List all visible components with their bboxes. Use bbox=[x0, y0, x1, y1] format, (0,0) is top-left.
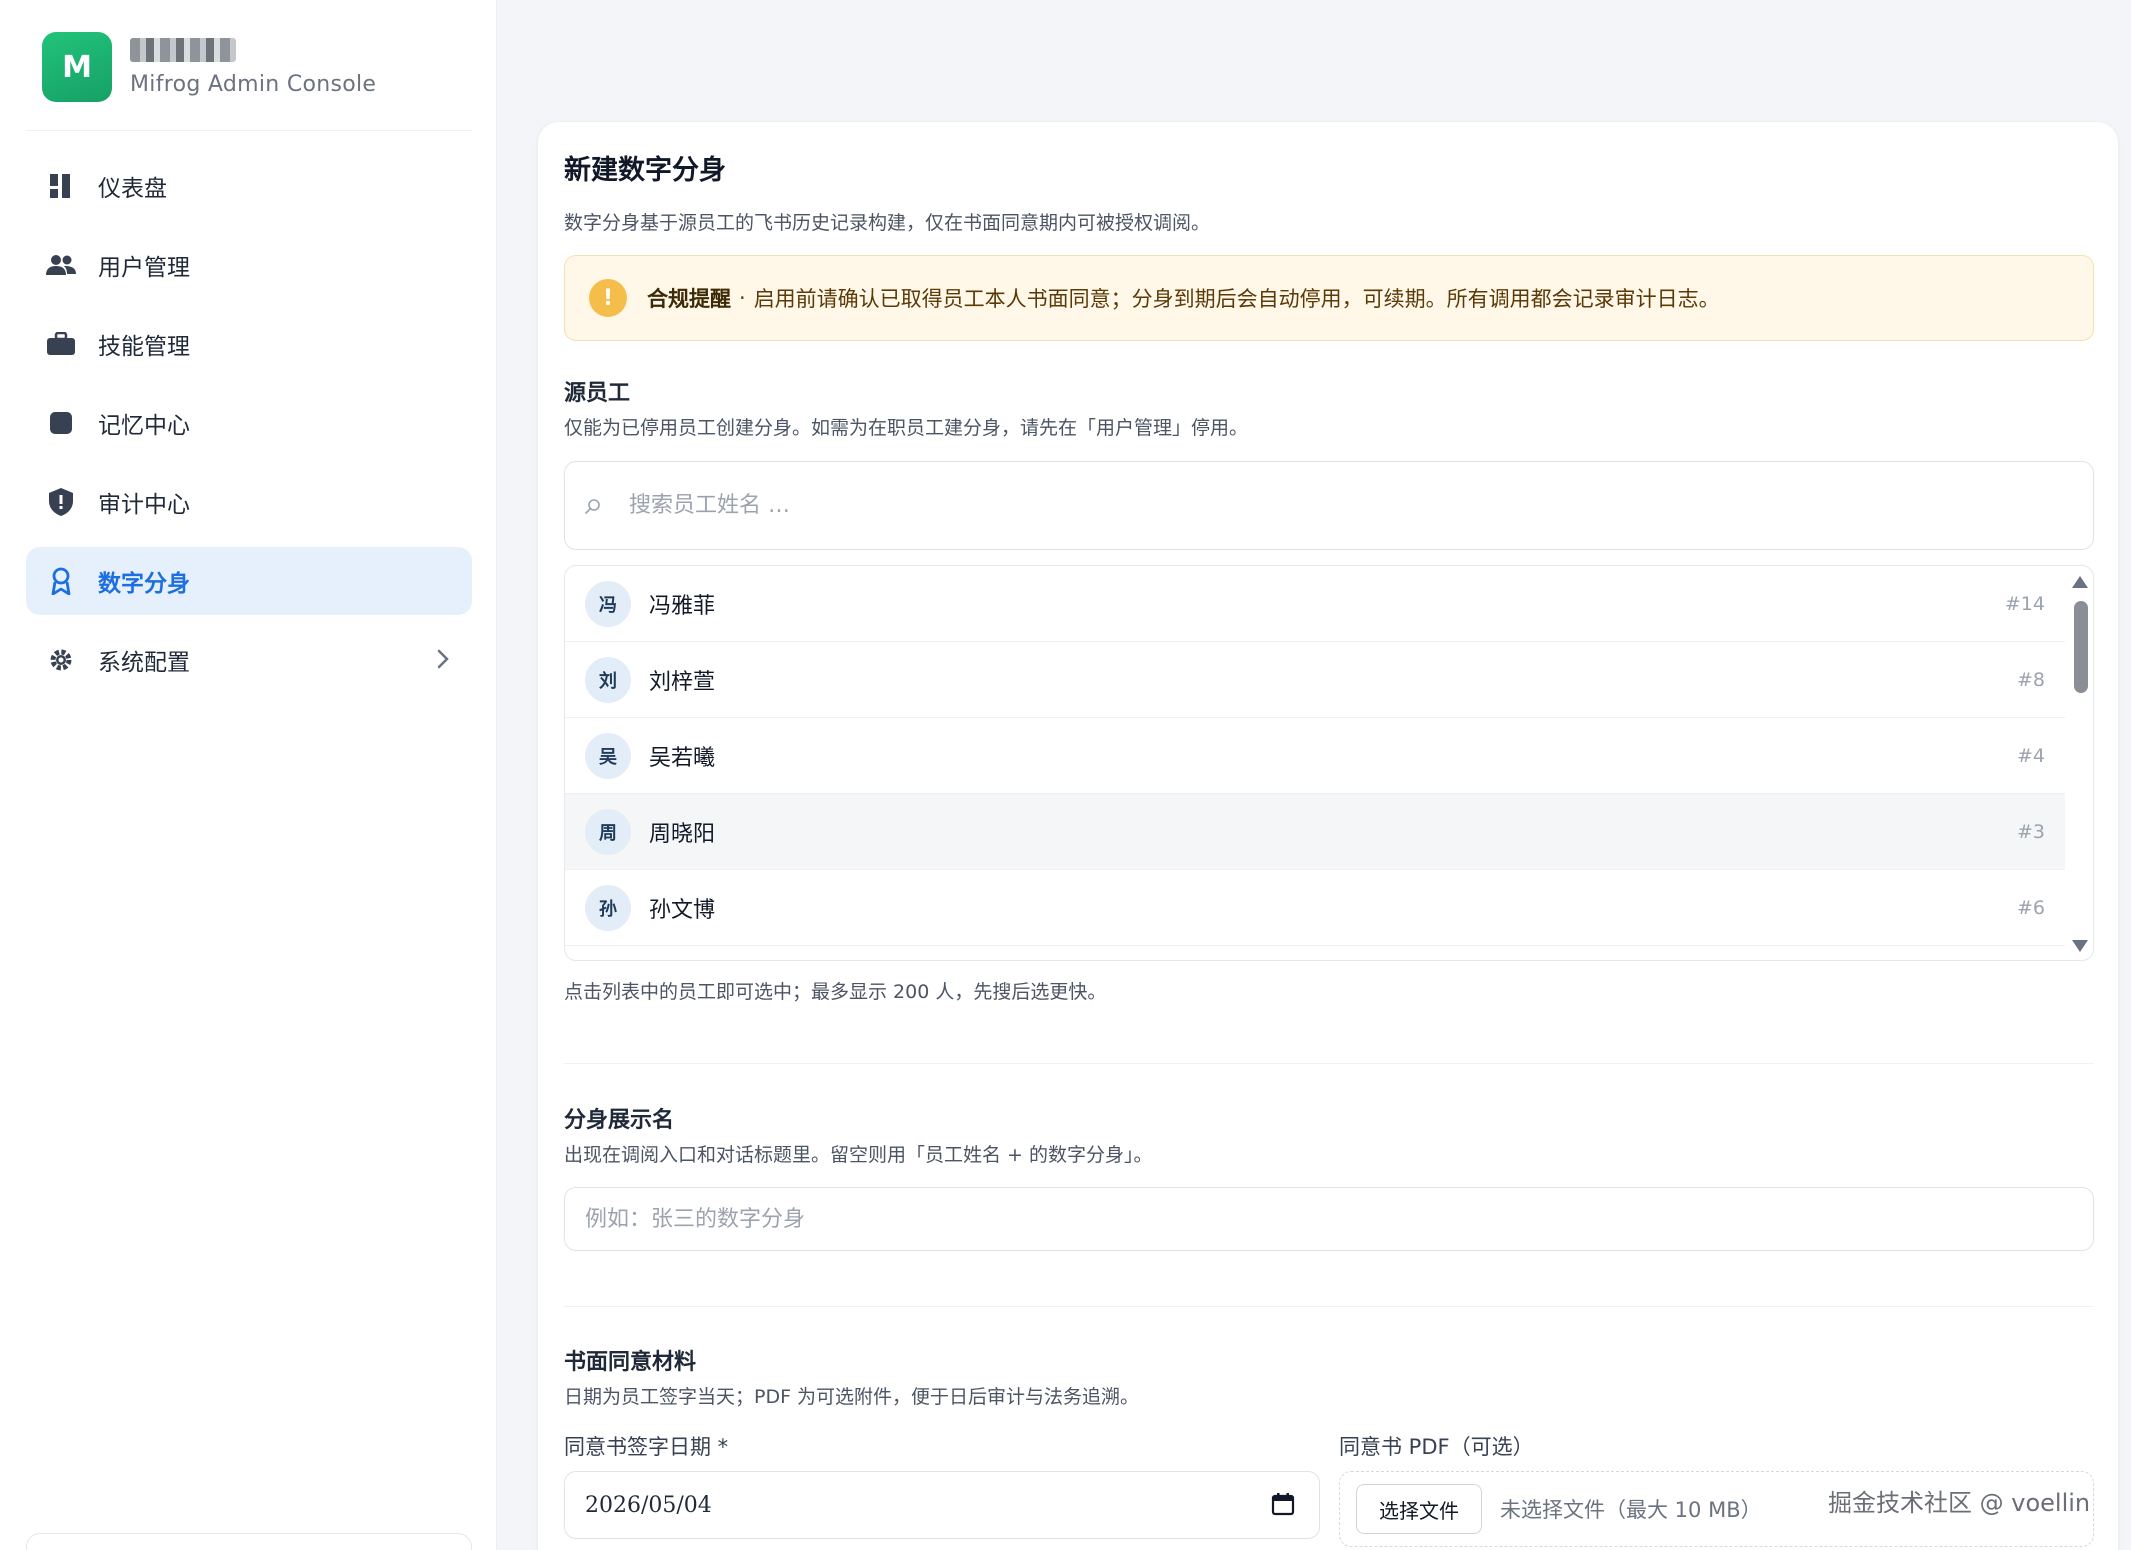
brand-text: Mifrog Admin Console bbox=[130, 37, 377, 97]
choose-file-button[interactable]: 选择文件 bbox=[1356, 1484, 1482, 1534]
gear-icon bbox=[46, 645, 76, 675]
calendar-icon[interactable] bbox=[1271, 1492, 1295, 1522]
sidebar-item-settings[interactable]: 系统配置 bbox=[26, 626, 472, 694]
employee-id: #6 bbox=[2016, 896, 2045, 919]
search-icon bbox=[583, 496, 603, 516]
display-name-title: 分身展示名 bbox=[564, 1108, 675, 1133]
consent-pdf-label: 同意书 PDF（可选） bbox=[1339, 1435, 1534, 1459]
sidebar-item-label: 数字分身 bbox=[98, 571, 190, 597]
alert-title: 合规提醒 bbox=[647, 287, 731, 311]
source-employee-title: 源员工 bbox=[564, 381, 631, 406]
sidebar-footer bbox=[26, 1533, 472, 1550]
consent-date-field[interactable]: 2026/05/04 bbox=[564, 1471, 1320, 1539]
employee-row[interactable]: 刘 刘梓萱 #8 bbox=[565, 642, 2065, 718]
sidebar-item-label: 仪表盘 bbox=[98, 176, 167, 202]
avatar: 孙 bbox=[585, 884, 631, 931]
avatar: 刘 bbox=[585, 656, 631, 703]
sidebar-item-label: 记忆中心 bbox=[98, 413, 190, 439]
employee-id: #3 bbox=[2016, 820, 2045, 843]
employee-name: 周晓阳 bbox=[649, 821, 716, 847]
sidebar-item-label: 用户管理 bbox=[98, 255, 190, 281]
alert-message: 启用前请确认已取得员工本人书面同意；分身到期后会自动停用，可续期。所有调用都会记… bbox=[753, 287, 1720, 311]
sidebar-item-digital-twin[interactable]: 数字分身 bbox=[26, 547, 472, 615]
sidebar-divider bbox=[26, 130, 472, 131]
consent-description: 日期为员工签字当天；PDF 为可选附件，便于日后审计与法务追溯。 bbox=[564, 1386, 1140, 1408]
avatar-badge-icon bbox=[46, 566, 76, 596]
employee-name: 吴若曦 bbox=[649, 745, 716, 771]
sidebar-nav: 仪表盘 用户管理 技能管理 记忆中心 审计中心 数字分身 系统配置 bbox=[26, 152, 472, 705]
employee-name: 孙文博 bbox=[649, 897, 716, 923]
compliance-alert: ! 合规提醒 · 启用前请确认已取得员工本人书面同意；分身到期后会自动停用，可续… bbox=[564, 255, 2094, 341]
sidebar-item-users[interactable]: 用户管理 bbox=[26, 231, 472, 299]
warning-icon: ! bbox=[589, 279, 627, 317]
employee-row[interactable]: 吴 吴若曦 #4 bbox=[565, 718, 2065, 794]
consent-date-label: 同意书签字日期 * bbox=[564, 1435, 729, 1459]
employee-id: #8 bbox=[2016, 668, 2045, 691]
scrollbar-thumb[interactable] bbox=[2074, 601, 2088, 693]
page-title: 新建数字分身 bbox=[564, 155, 726, 186]
dashboard-icon bbox=[46, 171, 76, 201]
display-name-input[interactable] bbox=[564, 1187, 2094, 1251]
scroll-up-arrow-icon[interactable] bbox=[2072, 576, 2088, 588]
page-description: 数字分身基于源员工的飞书历史记录构建，仅在书面同意期内可被授权调阅。 bbox=[564, 212, 1211, 234]
sidebar-item-dashboard[interactable]: 仪表盘 bbox=[26, 152, 472, 220]
employee-search-box[interactable] bbox=[564, 461, 2094, 550]
consent-title: 书面同意材料 bbox=[564, 1350, 697, 1375]
employee-row[interactable]: 冯 冯雅菲 #14 bbox=[565, 566, 2065, 642]
employee-name: 冯雅菲 bbox=[649, 593, 716, 619]
source-employee-description: 仅能为已停用员工创建分身。如需为在职员工建分身，请先在「用户管理」停用。 bbox=[564, 417, 1249, 439]
create-twin-card: 新建数字分身 数字分身基于源员工的飞书历史记录构建，仅在书面同意期内可被授权调阅… bbox=[537, 121, 2119, 1550]
employee-row[interactable]: 孙 孙文博 #6 bbox=[565, 870, 2065, 946]
sidebar-item-label: 审计中心 bbox=[98, 492, 190, 518]
display-name-description: 出现在调阅入口和对话标题里。留空则用「员工姓名 + 的数字分身」。 bbox=[564, 1144, 1153, 1166]
sidebar-item-audit[interactable]: 审计中心 bbox=[26, 468, 472, 536]
consent-date-value: 2026/05/04 bbox=[585, 1492, 712, 1518]
section-divider bbox=[564, 1063, 2094, 1064]
avatar: 冯 bbox=[585, 580, 631, 627]
users-icon bbox=[46, 250, 76, 280]
sidebar: M Mifrog Admin Console 仪表盘 用户管理 技能管理 记忆中… bbox=[0, 0, 497, 1550]
section-divider bbox=[564, 1306, 2094, 1307]
employee-search-input[interactable] bbox=[629, 493, 2029, 518]
brand[interactable]: M Mifrog Admin Console bbox=[42, 32, 376, 102]
avatar: 周 bbox=[585, 808, 631, 855]
briefcase-icon bbox=[46, 329, 76, 359]
scroll-down-arrow-icon[interactable] bbox=[2072, 940, 2088, 952]
employee-list-scrollbar[interactable] bbox=[2065, 566, 2093, 960]
brand-name-redacted bbox=[130, 37, 236, 62]
brand-logo: M bbox=[42, 32, 112, 102]
brand-subtitle: Mifrog Admin Console bbox=[130, 71, 377, 97]
employee-list-hint: 点击列表中的员工即可选中；最多显示 200 人，先搜后选更快。 bbox=[564, 981, 1107, 1003]
employee-id: #14 bbox=[2004, 592, 2045, 615]
watermark: 掘金技术社区 @ voellin bbox=[1828, 1489, 2091, 1517]
memory-icon bbox=[46, 408, 76, 438]
file-status: 未选择文件（最大 10 MB） bbox=[1500, 1498, 1762, 1522]
sidebar-item-memory[interactable]: 记忆中心 bbox=[26, 389, 472, 457]
chevron-right-icon bbox=[436, 648, 450, 676]
employee-id: #4 bbox=[2016, 744, 2045, 767]
sidebar-item-label: 系统配置 bbox=[98, 650, 190, 676]
alert-separator: · bbox=[739, 286, 746, 310]
shield-icon bbox=[46, 487, 76, 517]
avatar: 吴 bbox=[585, 732, 631, 779]
sidebar-item-skills[interactable]: 技能管理 bbox=[26, 310, 472, 378]
sidebar-item-label: 技能管理 bbox=[98, 334, 190, 360]
employee-list: 冯 冯雅菲 #14 刘 刘梓萱 #8 吴 吴若曦 #4 周 周晓阳 #3 孙 孙… bbox=[564, 565, 2094, 961]
employee-row[interactable]: 周 周晓阳 #3 bbox=[565, 794, 2065, 870]
employee-name: 刘梓萱 bbox=[649, 669, 716, 695]
